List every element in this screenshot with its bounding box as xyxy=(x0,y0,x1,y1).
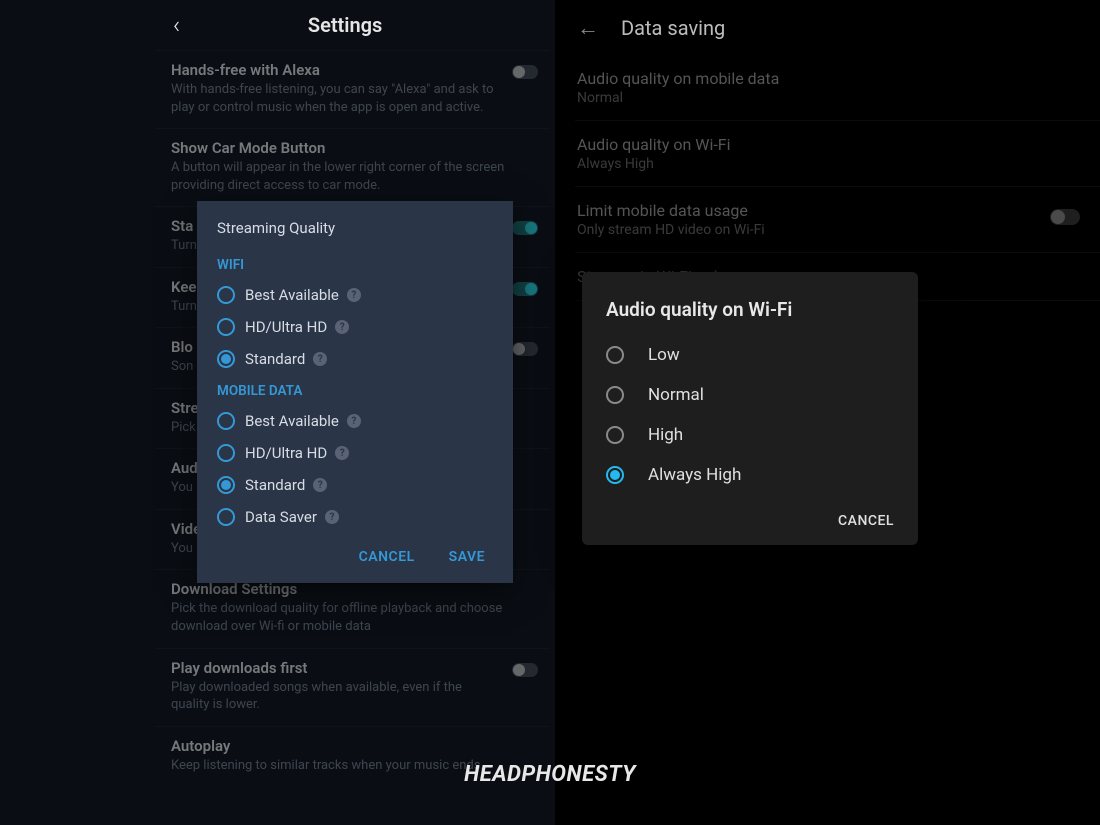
save-button[interactable]: SAVE xyxy=(449,549,485,565)
setting-row[interactable]: Show Car Mode Button A button will appear… xyxy=(155,128,550,206)
setting-title: Show Car Mode Button xyxy=(171,139,528,157)
dialog-title: Audio quality on Wi-Fi xyxy=(606,298,894,321)
radio-icon xyxy=(217,412,235,430)
setting-desc: Play downloaded songs when available, ev… xyxy=(171,679,502,714)
help-icon[interactable]: ? xyxy=(347,288,361,302)
row-title: Limit mobile data usage xyxy=(577,201,765,220)
radio-option[interactable]: Always High xyxy=(606,455,894,495)
help-icon[interactable]: ? xyxy=(335,446,349,460)
radio-icon xyxy=(606,426,624,444)
back-icon[interactable]: ‹ xyxy=(173,11,180,39)
dialog-actions: CANCEL SAVE xyxy=(197,533,513,569)
radio-icon xyxy=(606,346,624,364)
radio-option[interactable]: High xyxy=(606,415,894,455)
radio-option[interactable]: Data Saver? xyxy=(197,501,513,533)
radio-option[interactable]: Standard? xyxy=(197,469,513,501)
back-arrow-icon[interactable]: ← xyxy=(577,15,599,41)
data-saving-row[interactable]: Audio quality on mobile data Normal xyxy=(575,55,1100,121)
radio-icon xyxy=(217,318,235,336)
row-subtitle: Always High xyxy=(577,156,731,172)
radio-label: Best Available xyxy=(245,286,339,304)
toggle-switch[interactable] xyxy=(512,65,538,79)
help-icon[interactable]: ? xyxy=(347,414,361,428)
radio-icon xyxy=(217,350,235,368)
mobile-data-section-label: MOBILE DATA xyxy=(197,375,513,405)
audio-quality-wifi-dialog: Audio quality on Wi-Fi Low Normal High Alwa… xyxy=(582,272,918,545)
setting-desc: A button will appear in the lower right … xyxy=(171,159,528,194)
radio-option[interactable]: Best Available? xyxy=(197,279,513,311)
toggle-switch[interactable] xyxy=(1050,209,1080,225)
help-icon[interactable]: ? xyxy=(313,352,327,366)
radio-label: Low xyxy=(648,345,680,365)
setting-desc: With hands-free listening, you can say "… xyxy=(171,81,502,116)
help-icon[interactable]: ? xyxy=(325,510,339,524)
streaming-quality-dialog: Streaming Quality WIFI Best Available?HD… xyxy=(197,201,513,583)
radio-label: Always High xyxy=(648,465,741,485)
radio-option[interactable]: Standard? xyxy=(197,343,513,375)
cancel-button[interactable]: CANCEL xyxy=(838,513,894,529)
radio-option[interactable]: HD/Ultra HD? xyxy=(197,437,513,469)
setting-row[interactable]: Hands-free with Alexa With hands-free lis… xyxy=(155,50,550,128)
dialog-actions: CANCEL xyxy=(606,495,894,529)
data-saving-header: ← Data saving xyxy=(575,0,1100,55)
radio-label: Normal xyxy=(648,385,704,405)
help-icon[interactable]: ? xyxy=(313,478,327,492)
cancel-button[interactable]: CANCEL xyxy=(359,549,415,565)
radio-label: Data Saver xyxy=(245,508,317,526)
help-icon[interactable]: ? xyxy=(335,320,349,334)
toggle-switch[interactable] xyxy=(512,282,538,296)
radio-icon xyxy=(217,286,235,304)
radio-label: Standard xyxy=(245,476,305,494)
radio-icon xyxy=(606,466,624,484)
settings-title: Settings xyxy=(180,13,510,37)
radio-option[interactable]: HD/Ultra HD? xyxy=(197,311,513,343)
radio-option[interactable]: Low xyxy=(606,335,894,375)
toggle-switch[interactable] xyxy=(512,663,538,677)
watermark: HEADPHONESTY xyxy=(464,762,636,787)
setting-desc: Pick the download quality for offline pl… xyxy=(171,600,528,635)
radio-label: Standard xyxy=(245,350,305,368)
radio-label: High xyxy=(648,425,683,445)
toggle-switch[interactable] xyxy=(512,342,538,356)
radio-label: HD/Ultra HD xyxy=(245,444,327,462)
data-saving-row[interactable]: Limit mobile data usage Only stream HD vi… xyxy=(575,187,1100,253)
wifi-section-label: WIFI xyxy=(197,249,513,279)
radio-icon xyxy=(217,508,235,526)
row-title: Audio quality on mobile data xyxy=(577,69,779,88)
data-saving-title: Data saving xyxy=(621,16,725,40)
row-subtitle: Normal xyxy=(577,90,779,106)
row-subtitle: Only stream HD video on Wi-Fi xyxy=(577,222,765,238)
radio-label: Best Available xyxy=(245,412,339,430)
settings-header: ‹ Settings xyxy=(155,0,550,50)
data-saving-row[interactable]: Audio quality on Wi-Fi Always High xyxy=(575,121,1100,187)
row-title: Audio quality on Wi-Fi xyxy=(577,135,731,154)
radio-icon xyxy=(606,386,624,404)
radio-icon xyxy=(217,444,235,462)
setting-row[interactable]: Play downloads first Play downloaded song… xyxy=(155,648,550,726)
dialog-title: Streaming Quality xyxy=(197,219,513,249)
radio-option[interactable]: Normal xyxy=(606,375,894,415)
setting-title: Download Settings xyxy=(171,580,528,598)
setting-title: Hands-free with Alexa xyxy=(171,61,502,79)
toggle-switch[interactable] xyxy=(512,221,538,235)
setting-title: Play downloads first xyxy=(171,659,502,677)
radio-option[interactable]: Best Available? xyxy=(197,405,513,437)
radio-icon xyxy=(217,476,235,494)
setting-title: Autoplay xyxy=(171,737,528,755)
radio-label: HD/Ultra HD xyxy=(245,318,327,336)
